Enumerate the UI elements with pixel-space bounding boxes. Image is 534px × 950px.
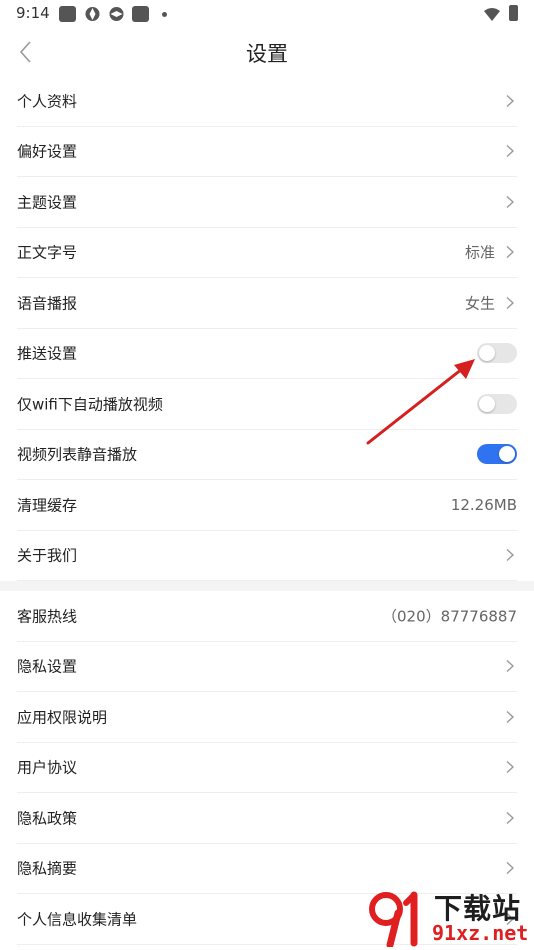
settings-row-label: 推送设置 bbox=[17, 344, 78, 363]
chevron-right-icon bbox=[506, 94, 514, 107]
toggle-knob bbox=[479, 345, 495, 362]
status-time: 9:14 bbox=[16, 4, 50, 22]
site-watermark: 下载站 91xz.net bbox=[362, 885, 534, 950]
section-divider bbox=[0, 581, 534, 591]
toggle-switch-mute-play[interactable] bbox=[477, 444, 517, 465]
settings-row-label: 隐私政策 bbox=[17, 809, 78, 828]
settings-row-clear-cache[interactable]: 清理缓存 12.26MB bbox=[17, 480, 517, 531]
page-title: 设置 bbox=[246, 42, 288, 66]
settings-row-label: 隐私摘要 bbox=[17, 859, 78, 878]
battery-icon bbox=[509, 5, 518, 21]
settings-row-value: （020）87776887 bbox=[382, 607, 517, 626]
notification-square-icon bbox=[59, 6, 76, 22]
settings-row-label: 仅wifi下自动播放视频 bbox=[17, 395, 163, 414]
settings-row-value: 12.26MB bbox=[450, 495, 517, 514]
toggle-knob bbox=[479, 395, 495, 412]
settings-row-label: 清理缓存 bbox=[17, 496, 78, 515]
settings-row-profile[interactable]: 个人资料 bbox=[17, 76, 517, 127]
settings-row-label: 主题设置 bbox=[17, 193, 78, 212]
settings-row-label: 关于我们 bbox=[17, 546, 78, 565]
chevron-right-icon bbox=[506, 761, 514, 774]
settings-row-value: 标准 bbox=[464, 243, 495, 262]
chevron-right-icon bbox=[506, 549, 514, 562]
aperture-icon bbox=[109, 7, 124, 21]
settings-row-user-agreement[interactable]: 用户协议 bbox=[17, 743, 517, 793]
notification-square-icon bbox=[132, 6, 149, 22]
settings-row-value: 女生 bbox=[464, 294, 495, 313]
status-bar: 9:14 bbox=[0, 0, 534, 28]
chevron-right-icon bbox=[506, 195, 514, 208]
watermark-logo-icon bbox=[369, 891, 418, 947]
settings-row-label: 客服热线 bbox=[17, 607, 78, 626]
toggle-knob bbox=[499, 446, 515, 463]
settings-row-label: 隐私设置 bbox=[17, 657, 78, 676]
annotation-arrow-icon bbox=[366, 359, 475, 445]
settings-row-about[interactable]: 关于我们 bbox=[17, 531, 517, 581]
settings-row-label: 偏好设置 bbox=[17, 142, 78, 161]
chevron-right-icon bbox=[506, 145, 514, 158]
settings-row-label: 正文字号 bbox=[17, 243, 78, 262]
settings-row-theme[interactable]: 主题设置 bbox=[17, 177, 517, 228]
header: 设置 bbox=[0, 28, 534, 76]
aperture-icon bbox=[85, 7, 100, 21]
chevron-right-icon bbox=[506, 660, 514, 673]
settings-row-privacy-settings[interactable]: 隐私设置 bbox=[17, 642, 517, 692]
toggle-switch-wifi-autoplay[interactable] bbox=[477, 393, 517, 414]
chevron-right-icon bbox=[506, 862, 514, 875]
chevron-right-icon bbox=[506, 811, 514, 824]
settings-row-preferences[interactable]: 偏好设置 bbox=[17, 127, 517, 177]
chevron-right-icon bbox=[506, 246, 514, 259]
settings-group-main: 个人资料偏好设置主题设置正文字号 标准语音播报 女生推送设置仅wifi下自动播放视频… bbox=[0, 76, 534, 581]
settings-row-font-size[interactable]: 正文字号 标准 bbox=[17, 228, 517, 278]
more-notifications-dot-icon bbox=[162, 12, 167, 17]
wifi-icon bbox=[484, 8, 500, 21]
settings-row-permissions[interactable]: 应用权限说明 bbox=[17, 692, 517, 743]
settings-row-label: 用户协议 bbox=[17, 758, 78, 777]
settings-row-voice[interactable]: 语音播报 女生 bbox=[17, 278, 517, 329]
toggle-switch-push[interactable] bbox=[477, 343, 517, 364]
chevron-right-icon bbox=[506, 710, 514, 723]
settings-row-label: 个人资料 bbox=[17, 92, 78, 111]
settings-row-privacy-policy[interactable]: 隐私政策 bbox=[17, 793, 517, 844]
settings-row-label: 个人信息收集清单 bbox=[17, 910, 138, 929]
watermark-url: 91xz.net bbox=[432, 921, 529, 945]
settings-row-label: 应用权限说明 bbox=[17, 708, 108, 727]
settings-row-label: 语音播报 bbox=[17, 294, 78, 313]
chevron-right-icon bbox=[506, 296, 514, 309]
settings-row-hotline[interactable]: 客服热线 （020）87776887 bbox=[17, 591, 517, 642]
settings-row-label: 视频列表静音播放 bbox=[17, 445, 138, 464]
